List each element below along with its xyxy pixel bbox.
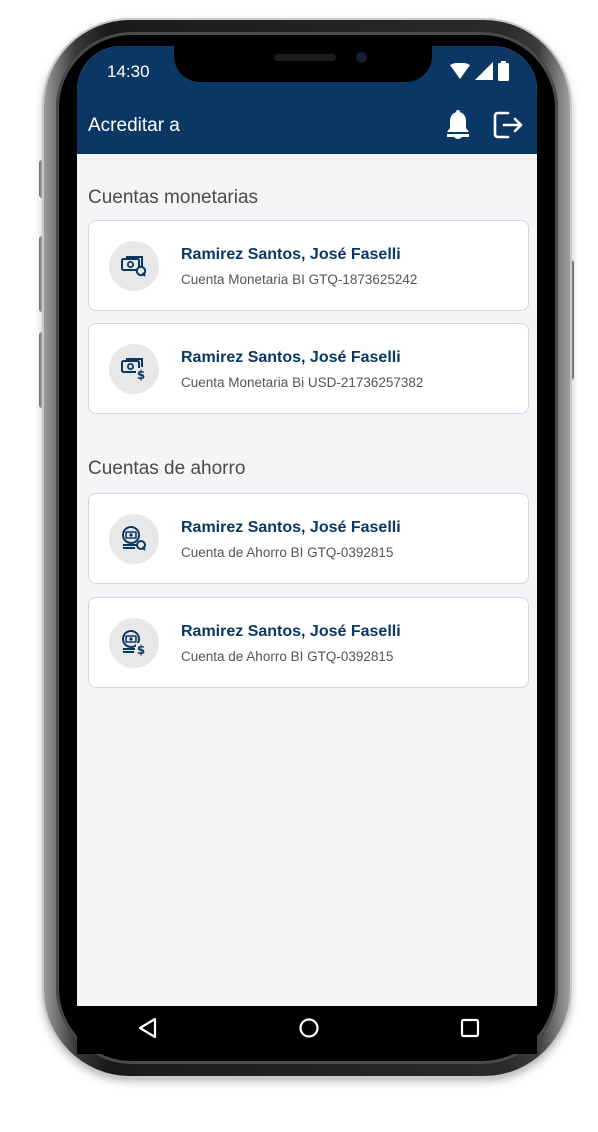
money-quetzal-icon — [109, 241, 159, 291]
app-header: Acreditar a — [77, 100, 537, 154]
phone-screen: 14:30 Acreditar a Cuentas monetarias Ram… — [77, 46, 537, 1054]
account-holder-name: Ramirez Santos, José Faselli — [181, 623, 401, 640]
account-holder-name: Ramirez Santos, José Faselli — [181, 519, 401, 536]
account-card[interactable]: Ramirez Santos, José Faselli Cuenta Mone… — [88, 220, 529, 311]
account-number: Cuenta Monetaria BI GTQ-1873625242 — [181, 272, 418, 287]
back-icon — [137, 1017, 159, 1044]
account-holder-name: Ramirez Santos, José Faselli — [181, 349, 401, 366]
battery-icon — [498, 61, 509, 81]
logout-icon — [492, 109, 524, 146]
phone-notch — [174, 46, 432, 82]
home-icon — [298, 1017, 320, 1044]
navigation-bar — [77, 1006, 537, 1054]
wifi-icon — [450, 63, 470, 79]
accounts-list: Cuentas monetarias Ramirez Santos, José … — [77, 154, 537, 1006]
bell-icon — [445, 109, 471, 145]
account-number: Cuenta Monetaria Bi USD-21736257382 — [181, 375, 424, 390]
section-title-ahorro: Cuentas de ahorro — [88, 458, 246, 479]
speaker-grille — [274, 54, 336, 61]
status-bar: 14:30 — [77, 46, 537, 100]
account-card[interactable]: $ Ramirez Santos, José Faselli Cuenta Mo… — [88, 323, 529, 414]
savings-quetzal-icon — [109, 514, 159, 564]
account-card[interactable]: $ Ramirez Santos, José Faselli Cuenta de… — [88, 597, 529, 688]
account-card[interactable]: Ramirez Santos, José Faselli Cuenta de A… — [88, 493, 529, 584]
home-button[interactable] — [294, 1016, 324, 1044]
savings-dollar-icon: $ — [109, 618, 159, 668]
money-dollar-icon: $ — [109, 344, 159, 394]
logout-button[interactable] — [490, 108, 526, 146]
svg-text:$: $ — [137, 643, 145, 656]
front-camera — [356, 52, 367, 63]
page-title: Acreditar a — [88, 115, 180, 136]
account-holder-name: Ramirez Santos, José Faselli — [181, 246, 401, 263]
back-button[interactable] — [133, 1016, 163, 1044]
status-icons — [450, 60, 509, 82]
account-number: Cuenta de Ahorro BI GTQ-0392815 — [181, 649, 394, 664]
notifications-button[interactable] — [440, 108, 476, 146]
recents-icon — [459, 1017, 481, 1044]
section-title-monetarias: Cuentas monetarias — [88, 187, 259, 208]
status-time: 14:30 — [107, 62, 150, 81]
signal-icon — [475, 62, 493, 80]
account-number: Cuenta de Ahorro BI GTQ-0392815 — [181, 545, 394, 560]
svg-text:$: $ — [137, 368, 145, 381]
recents-button[interactable] — [455, 1016, 485, 1044]
